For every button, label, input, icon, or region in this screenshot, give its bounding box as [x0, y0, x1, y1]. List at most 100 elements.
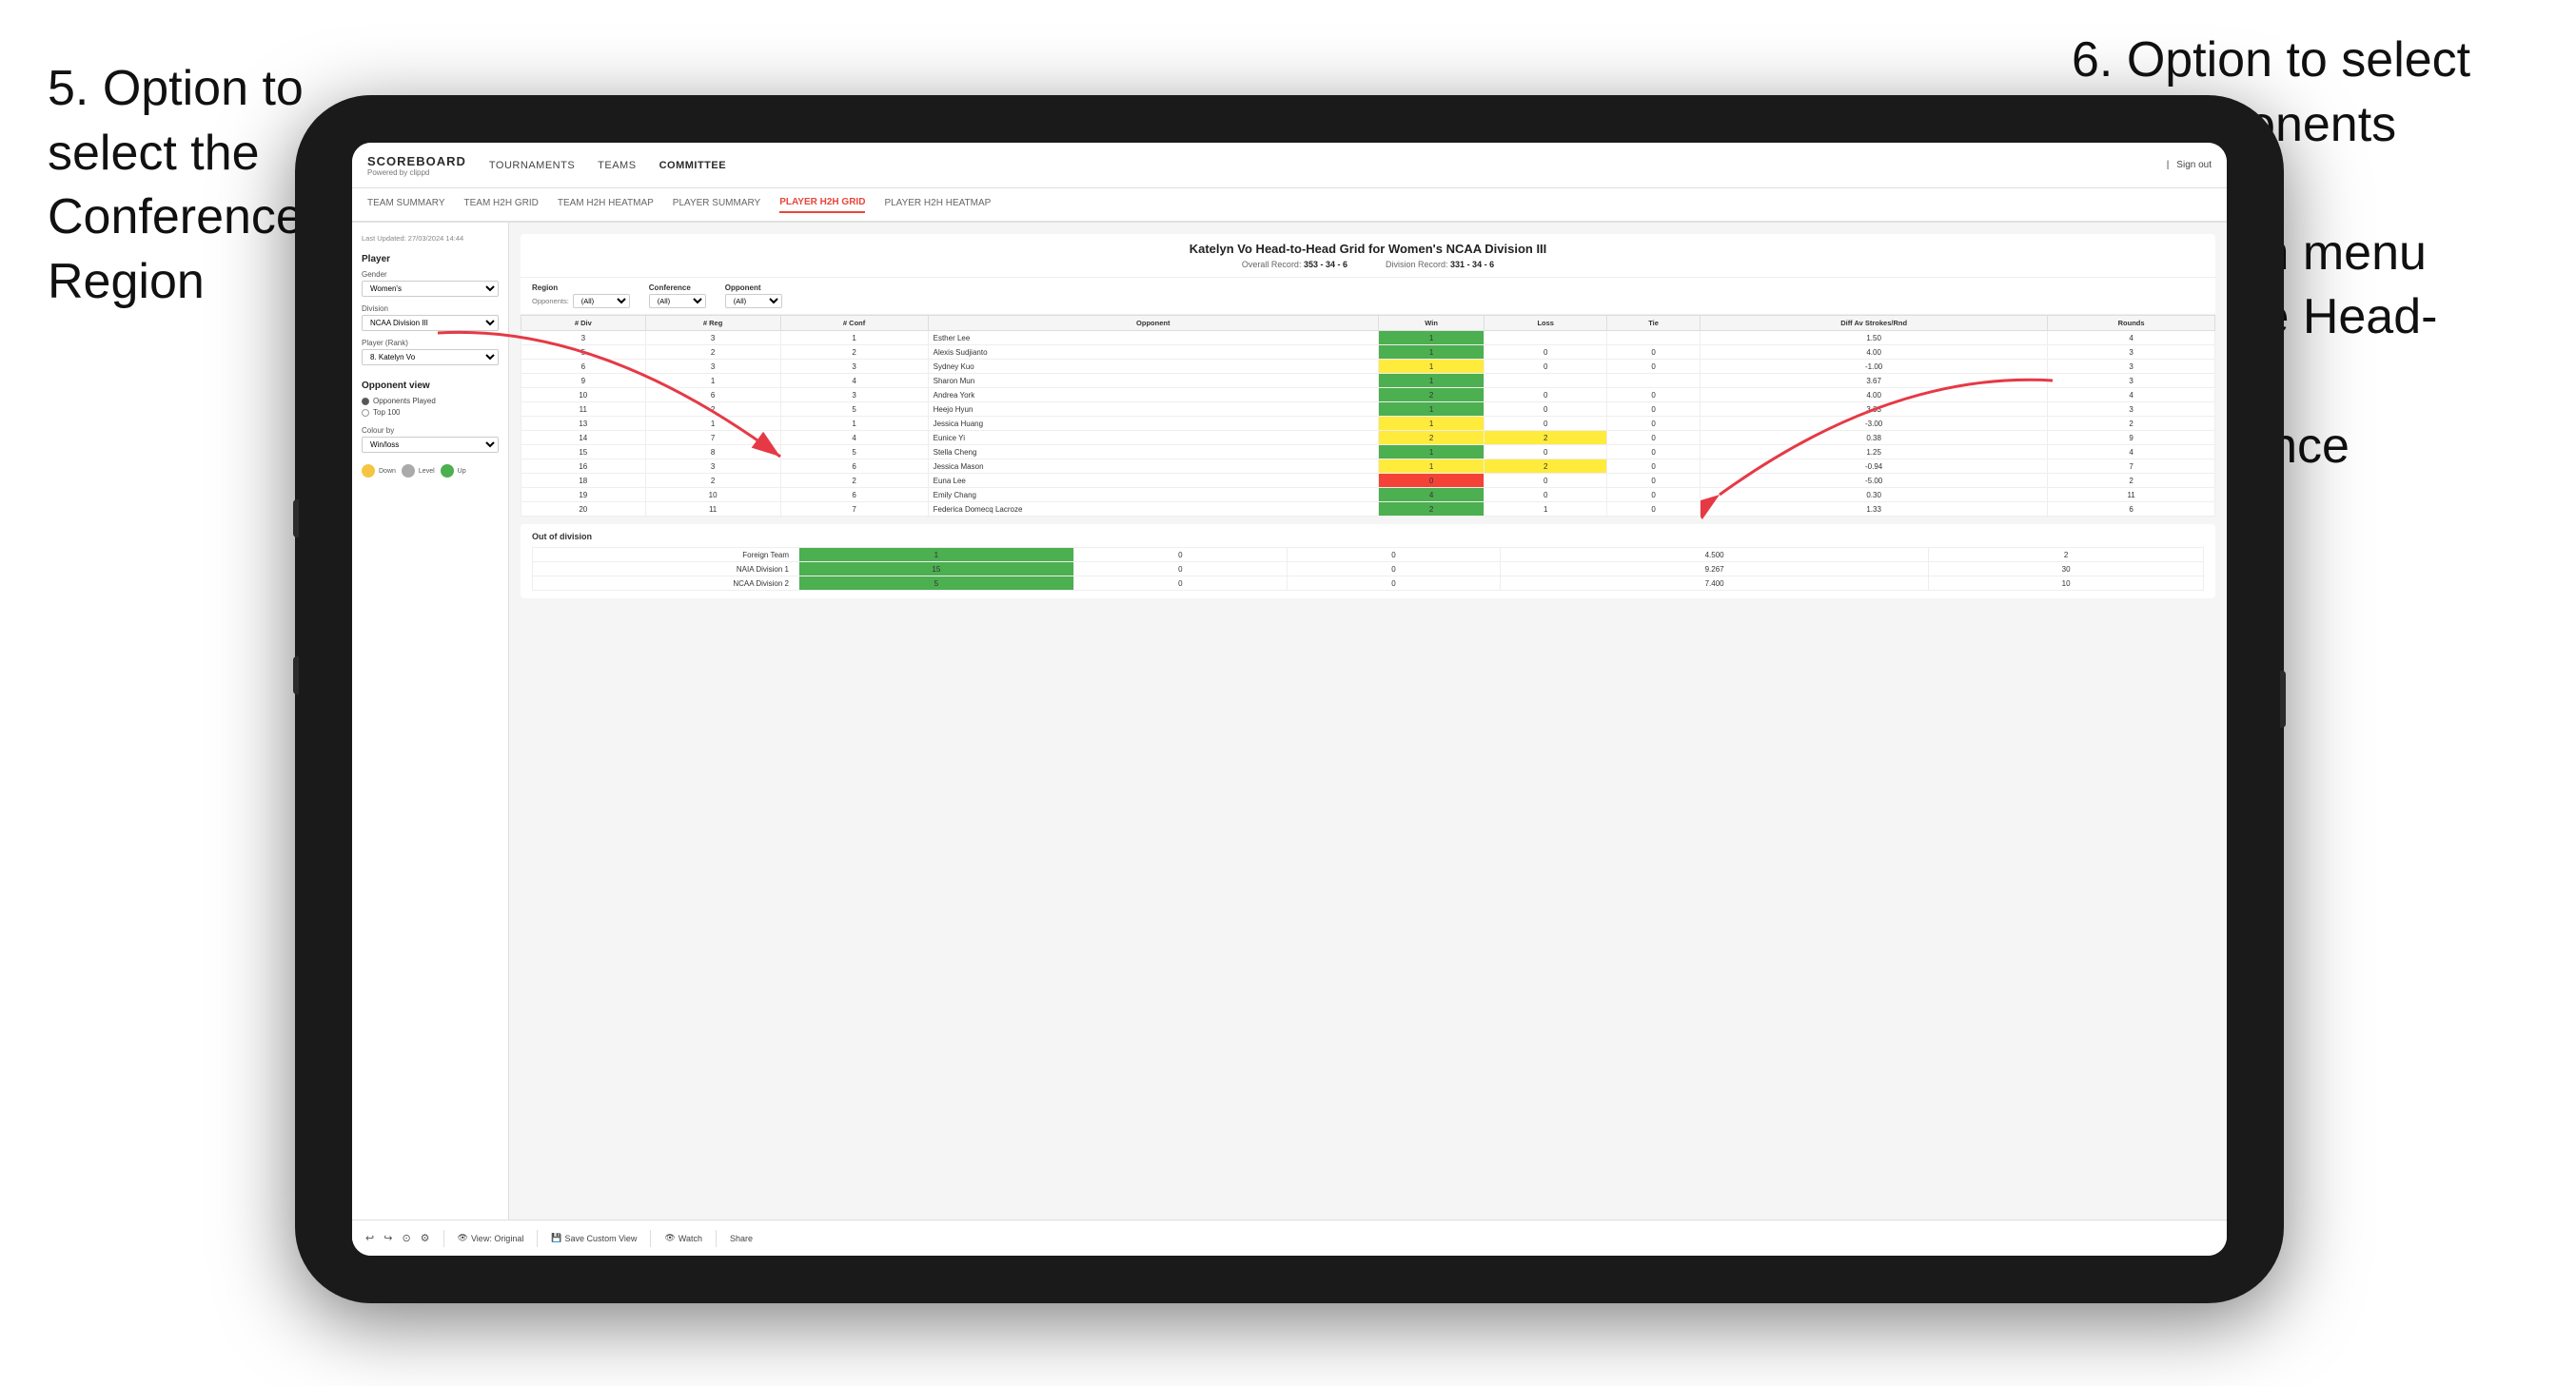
main-content: Last Updated: 27/03/2024 14:44 Player Ge… [352, 223, 2227, 1256]
table-row: NCAA Division 2 500 7.40010 [533, 576, 2204, 591]
toolbar-divider-2 [537, 1230, 538, 1247]
table-row: 1822 Euna Lee 000 -5.002 [521, 474, 2215, 488]
watch-icon: 👁 [664, 1233, 675, 1243]
col-diff: Diff Av Strokes/Rnd [1701, 316, 2048, 331]
player-section-title: Player [362, 254, 499, 264]
nav-tournaments[interactable]: TOURNAMENTS [489, 160, 575, 171]
division-label: Division [362, 304, 499, 313]
table-row: 1585 Stella Cheng 100 1.254 [521, 445, 2215, 459]
toolbar-divider-4 [716, 1230, 717, 1247]
nav-committee[interactable]: COMMITTEE [659, 160, 727, 171]
opponent-filter-group: Opponent (All) [725, 283, 782, 308]
app-logo: SCOREBOARD [367, 154, 466, 168]
opponent-filter-title: Opponent [725, 283, 782, 292]
filter-row: Region Opponents: (All) Conference ( [521, 278, 2215, 315]
region-filter-title: Region [532, 283, 630, 292]
table-row: 914 Sharon Mun 1 3.673 [521, 374, 2215, 388]
out-of-division-table: Foreign Team 100 4.5002 NAIA Division 1 … [532, 547, 2204, 591]
table-row: 1474 Eunice Yi 220 0.389 [521, 431, 2215, 445]
toolbar-divider-3 [650, 1230, 651, 1247]
app-logo-sub: Powered by clippd [367, 168, 447, 177]
tablet-volume-up-button [293, 499, 299, 537]
conference-filter-sub: (All) [649, 294, 706, 308]
conference-select[interactable]: (All) [649, 294, 706, 308]
legend-down: Down [362, 464, 396, 478]
bottom-toolbar: ↩ ↪ ⊙ ⚙ 👁 View: Original 💾 Save Custom V… [352, 1220, 2227, 1256]
region-filter-group: Region Opponents: (All) [532, 283, 630, 308]
nav-right: | Sign out [2167, 160, 2212, 170]
tablet-power-button [2280, 671, 2286, 728]
col-div: # Div [521, 316, 646, 331]
sign-out-link[interactable]: Sign out [2176, 160, 2212, 170]
save-custom-btn[interactable]: 💾 Save Custom View [551, 1233, 637, 1243]
right-content: Katelyn Vo Head-to-Head Grid for Women's… [509, 223, 2227, 1256]
opponent-select[interactable]: (All) [725, 294, 782, 308]
nav-teams[interactable]: TEAMS [598, 160, 636, 171]
subnav-team-h2h-grid[interactable]: TEAM H2H GRID [464, 198, 539, 212]
table-row: Foreign Team 100 4.5002 [533, 548, 2204, 562]
colour-by-label: Colour by [362, 426, 499, 435]
table-row: 1125 Heejo Hyun 100 3.333 [521, 402, 2215, 417]
table-row: 1311 Jessica Huang 100 -3.002 [521, 417, 2215, 431]
view-original-btn[interactable]: 👁 View: Original [458, 1233, 524, 1243]
h2h-grid-table: # Div # Reg # Conf Opponent Win Loss Tie… [521, 315, 2215, 517]
subnav-player-h2h-heatmap[interactable]: PLAYER H2H HEATMAP [884, 198, 991, 212]
legend-circles: Down Level Up [362, 464, 499, 478]
subnav-team-h2h-heatmap[interactable]: TEAM H2H HEATMAP [558, 198, 654, 212]
radio-dot-top100 [362, 409, 369, 417]
colour-by-section: Colour by Win/loss Down Level [362, 426, 499, 478]
table-row: NAIA Division 1 1500 9.26730 [533, 562, 2204, 576]
division-select[interactable]: NCAA Division III [362, 315, 499, 331]
legend-circle-up [441, 464, 454, 478]
toolbar-divider-1 [443, 1230, 444, 1247]
gender-label: Gender [362, 270, 499, 279]
share-btn[interactable]: Share [730, 1234, 753, 1243]
opponent-filter-sub: (All) [725, 294, 782, 308]
conference-filter-group: Conference (All) [649, 283, 706, 308]
col-conf: # Conf [780, 316, 928, 331]
legend-circle-level [402, 464, 415, 478]
table-row: 1063 Andrea York 200 4.004 [521, 388, 2215, 402]
save-icon: 💾 [551, 1233, 561, 1243]
subnav-player-summary[interactable]: PLAYER SUMMARY [673, 198, 760, 212]
grid-title: Katelyn Vo Head-to-Head Grid for Women's… [532, 242, 2204, 256]
watch-btn[interactable]: 👁 Watch [664, 1233, 702, 1243]
nav-divider: | [2167, 160, 2170, 170]
tablet-frame: SCOREBOARD Powered by clippd TOURNAMENTS… [295, 95, 2284, 1303]
table-row: 633 Sydney Kuo 100 -1.003 [521, 360, 2215, 374]
colour-by-select[interactable]: Win/loss [362, 437, 499, 453]
subnav-player-h2h-grid[interactable]: PLAYER H2H GRID [779, 197, 865, 213]
tablet-volume-down-button [293, 656, 299, 694]
radio-opponents-played[interactable]: Opponents Played [362, 397, 499, 405]
radio-top-100[interactable]: Top 100 [362, 408, 499, 417]
table-row: 331 Esther Lee 1 1.504 [521, 331, 2215, 345]
player-rank-select[interactable]: 8. Katelyn Vo [362, 349, 499, 365]
redo-icon[interactable]: ↪ [383, 1232, 392, 1244]
app-navbar: SCOREBOARD Powered by clippd TOURNAMENTS… [352, 143, 2227, 188]
tablet-screen: SCOREBOARD Powered by clippd TOURNAMENTS… [352, 143, 2227, 1256]
settings-icon[interactable]: ⚙ [421, 1232, 430, 1244]
opponent-view-section: Opponent view Opponents Played Top 100 [362, 381, 499, 417]
conference-filter-title: Conference [649, 283, 706, 292]
legend-circle-down [362, 464, 375, 478]
opponent-view-radio-group: Opponents Played Top 100 [362, 397, 499, 417]
opponent-view-title: Opponent view [362, 381, 499, 391]
legend-up: Up [441, 464, 466, 478]
legend-level: Level [402, 464, 435, 478]
undo-icon[interactable]: ↩ [365, 1232, 374, 1244]
gender-select[interactable]: Women's [362, 281, 499, 297]
subnav-team-summary[interactable]: TEAM SUMMARY [367, 198, 445, 212]
grid-header: Katelyn Vo Head-to-Head Grid for Women's… [521, 234, 2215, 278]
table-row: 20117 Federica Domecq Lacroze 210 1.336 [521, 502, 2215, 517]
player-rank-label: Player (Rank) [362, 339, 499, 347]
history-icon[interactable]: ⊙ [402, 1232, 410, 1244]
col-reg: # Reg [645, 316, 780, 331]
last-updated: Last Updated: 27/03/2024 14:44 [362, 234, 499, 243]
table-row: 1636 Jessica Mason 120 -0.947 [521, 459, 2215, 474]
grid-records: Overall Record: 353 - 34 - 6 Division Re… [532, 260, 2204, 269]
region-opponents-select[interactable]: (All) [573, 294, 630, 308]
eye-icon: 👁 [458, 1233, 468, 1243]
region-filter-sub: Opponents: (All) [532, 294, 630, 308]
table-row: 19106 Emily Chang 400 0.3011 [521, 488, 2215, 502]
radio-dot-opponents [362, 398, 369, 405]
